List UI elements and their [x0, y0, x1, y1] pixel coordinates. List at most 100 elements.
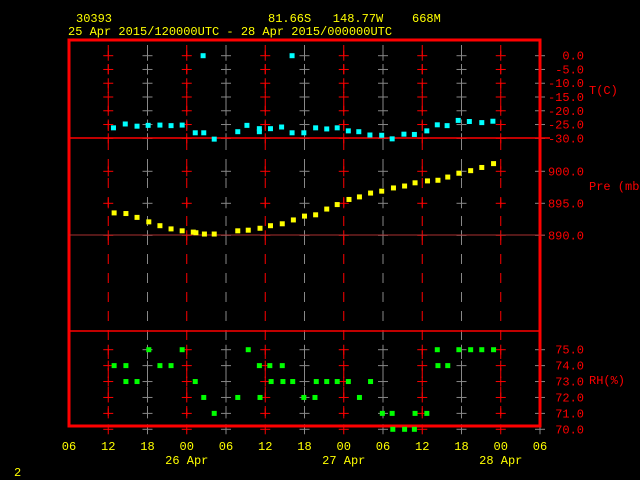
data-point: [456, 170, 462, 176]
data-point: [379, 410, 385, 416]
x-tick-label: 18: [454, 440, 468, 454]
x-tick-label: 00: [180, 440, 194, 454]
data-point: [280, 379, 286, 385]
x-day-label: 27 Apr: [322, 454, 365, 468]
y-tick-label: -15.0: [548, 91, 584, 105]
data-point: [324, 206, 330, 212]
data-points: [110, 53, 497, 432]
y-tick-label: 890.0: [548, 229, 584, 243]
data-point: [245, 227, 251, 233]
data-point: [368, 190, 374, 196]
data-point: [289, 53, 295, 59]
data-point: [201, 231, 207, 237]
data-point: [479, 347, 485, 353]
x-tick-label: 00: [337, 440, 351, 454]
data-point: [192, 379, 198, 385]
data-point: [468, 347, 474, 353]
y-tick-label: 0.0: [562, 50, 584, 64]
data-point: [302, 213, 307, 219]
data-point: [379, 188, 385, 194]
data-point: [402, 183, 408, 189]
y-tick-label: -25.0: [548, 119, 584, 133]
y-tick-label: -20.0: [548, 105, 584, 119]
data-point: [379, 132, 385, 138]
data-point: [179, 122, 185, 128]
data-point: [324, 379, 330, 385]
data-point: [157, 223, 163, 229]
data-point: [411, 131, 417, 137]
data-point: [256, 363, 262, 369]
data-point: [468, 168, 474, 174]
data-point: [290, 217, 296, 223]
data-point: [268, 379, 274, 385]
station-id: 30393: [76, 12, 112, 26]
y-tick-label: 72.0: [555, 391, 584, 405]
y-axis-title: RH(%): [589, 374, 625, 388]
data-point: [123, 211, 129, 217]
data-point: [389, 410, 395, 416]
data-point: [201, 130, 207, 136]
x-tick-label: 18: [140, 440, 154, 454]
data-point: [146, 347, 152, 353]
data-point: [313, 212, 319, 218]
data-point: [235, 129, 241, 135]
data-point: [168, 363, 174, 369]
data-point: [334, 125, 340, 131]
y-tick-label: -30.0: [548, 132, 584, 146]
y-tick-label: 895.0: [548, 197, 584, 211]
data-point: [424, 178, 430, 184]
data-point: [123, 363, 129, 369]
data-point: [289, 130, 295, 136]
data-point: [111, 363, 117, 369]
data-point: [235, 228, 241, 234]
data-point: [211, 136, 217, 142]
data-point: [424, 128, 430, 134]
data-point: [402, 426, 408, 432]
data-point: [211, 231, 217, 237]
x-tick-label: 06: [533, 440, 547, 454]
time-period: 25 Apr 2015/120000UTC - 28 Apr 2015/0000…: [68, 25, 392, 39]
data-point: [345, 379, 351, 385]
data-point: [168, 226, 174, 232]
data-point: [290, 379, 296, 385]
data-point: [389, 136, 395, 142]
data-point: [356, 394, 362, 400]
y-tick-label: 71.0: [555, 407, 584, 421]
data-point: [356, 194, 362, 200]
data-point: [445, 363, 451, 369]
data-point: [301, 394, 307, 400]
data-point: [122, 121, 128, 127]
data-point: [411, 426, 417, 432]
data-point: [313, 379, 319, 385]
data-point: [445, 174, 451, 180]
data-point: [200, 53, 206, 59]
data-point: [267, 126, 273, 132]
y-axis-title: T(C): [589, 84, 618, 98]
data-point: [192, 130, 198, 136]
data-point: [257, 394, 263, 400]
data-point: [368, 379, 374, 385]
data-point: [455, 117, 461, 123]
data-point: [435, 177, 441, 183]
x-axis: 06 12 18 00 06 12 18 00 06 12 18 00 06 26 Apr 27 Apr 28…: [62, 440, 547, 468]
data-point: [390, 185, 396, 191]
x-tick-label: 18: [297, 440, 311, 454]
y-tick-label: -10.0: [548, 77, 584, 91]
data-point: [346, 196, 352, 202]
data-point: [424, 410, 430, 416]
y-tick-label: -5.0: [555, 63, 584, 77]
data-point: [434, 347, 440, 353]
data-point: [134, 379, 140, 385]
data-point: [146, 219, 152, 225]
data-point: [123, 379, 129, 385]
data-point: [401, 131, 407, 137]
data-point: [279, 221, 285, 227]
data-point: [301, 130, 307, 136]
data-point: [145, 122, 151, 128]
data-point: [490, 118, 496, 124]
data-point: [110, 125, 116, 131]
x-tick-label: 12: [101, 440, 115, 454]
data-point: [235, 394, 241, 400]
data-point: [466, 119, 472, 125]
data-point: [244, 122, 250, 128]
